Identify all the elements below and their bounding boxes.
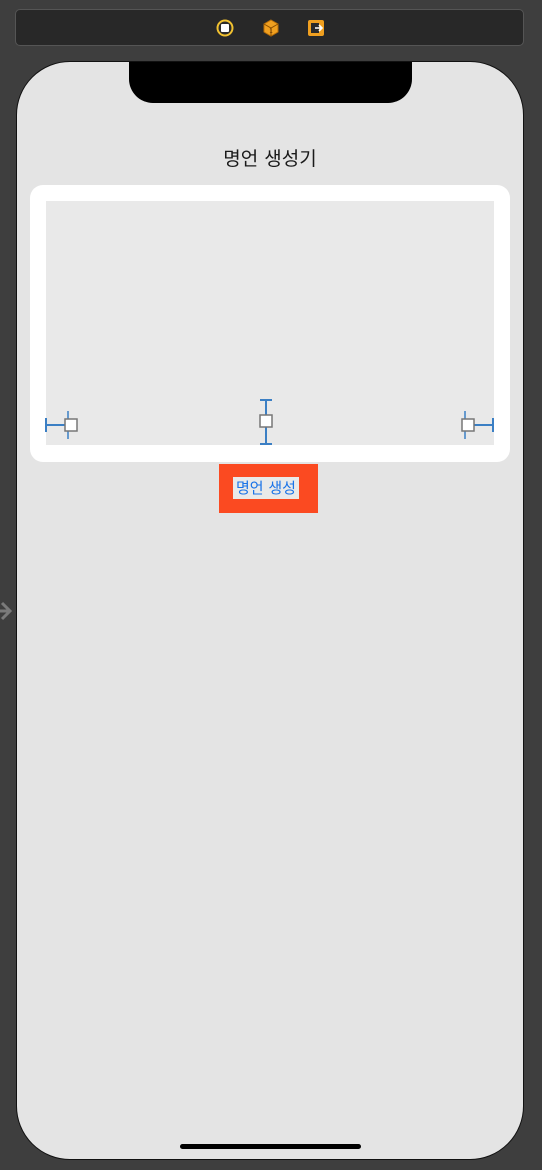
page-title: 명언 생성기 [223, 148, 317, 170]
first-responder-icon[interactable]: 1 [261, 18, 281, 38]
trailing-constraint-icon [461, 411, 494, 439]
exit-icon[interactable] [306, 18, 326, 38]
entry-point-arrow-icon [0, 598, 14, 624]
home-indicator [180, 1144, 361, 1149]
storyboard-canvas: 1 명언 생성기 명언 생성 [0, 0, 542, 1170]
generate-quote-button[interactable]: 명언 생성 [219, 464, 318, 513]
iphone-frame: 명언 생성기 명언 생성 [16, 61, 524, 1160]
svg-text:1: 1 [269, 28, 273, 35]
generate-button-label: 명언 생성 [233, 477, 299, 499]
center-constraint-icon [259, 399, 273, 445]
device-notch [129, 62, 412, 103]
scene-dock: 1 [15, 9, 524, 46]
leading-constraint-icon [45, 411, 78, 439]
quote-card [30, 185, 510, 462]
view-controller-icon[interactable] [215, 18, 235, 38]
